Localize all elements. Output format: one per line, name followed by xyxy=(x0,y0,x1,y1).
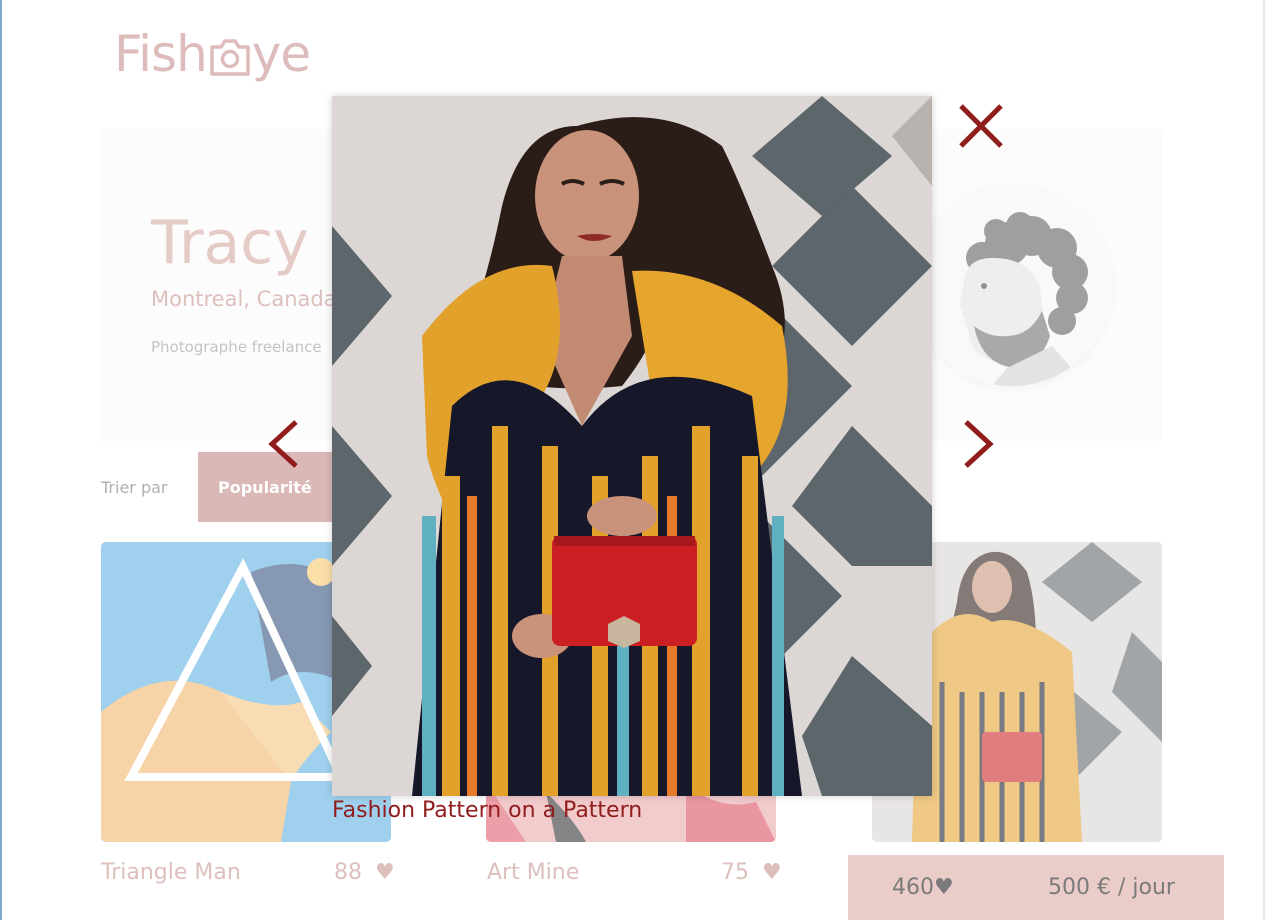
lightbox-image xyxy=(332,96,932,796)
lightbox-title: Fashion Pattern on a Pattern xyxy=(332,798,643,823)
close-icon[interactable] xyxy=(955,100,1007,152)
chevron-right-icon[interactable] xyxy=(958,418,998,470)
chevron-left-icon[interactable] xyxy=(264,418,304,470)
